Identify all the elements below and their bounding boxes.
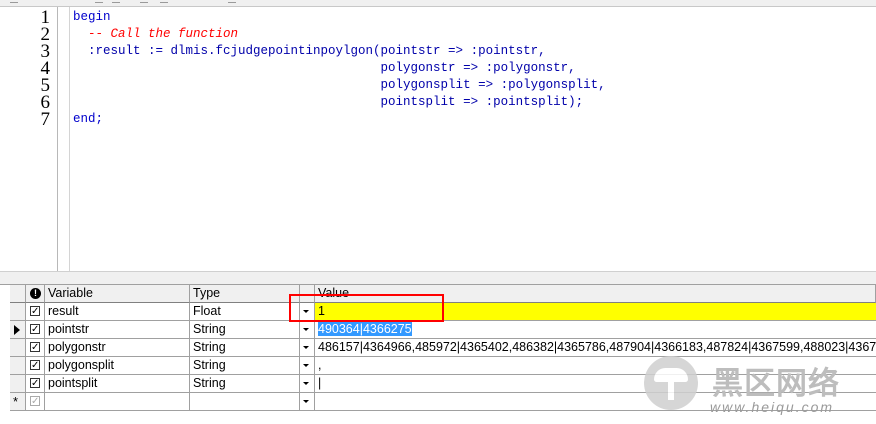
type-dropdown[interactable]: [300, 375, 315, 393]
warning-icon: !: [30, 288, 41, 299]
checkbox[interactable]: ✓: [30, 306, 40, 317]
toolbar-button[interactable]: [10, 0, 18, 3]
toolbar-button[interactable]: [160, 0, 168, 3]
variable-name[interactable]: polygonsplit: [45, 357, 190, 375]
row-checkbox-cell[interactable]: ✓: [26, 393, 45, 411]
line-number: 7: [40, 109, 51, 130]
code-line[interactable]: polygonstr => :polygonstr,: [73, 60, 576, 77]
type-dropdown[interactable]: [300, 393, 315, 411]
checkbox[interactable]: ✓: [30, 396, 40, 407]
grid-header: ! Variable Type Value: [10, 285, 876, 303]
toolbar-button[interactable]: [112, 0, 120, 3]
current-row-arrow-icon: [14, 325, 20, 335]
fold-line: [69, 7, 70, 271]
table-row: ✓ result Float 1: [10, 303, 876, 321]
row-indicator[interactable]: [10, 375, 26, 393]
row-indicator[interactable]: [10, 303, 26, 321]
row-checkbox-cell[interactable]: ✓: [26, 339, 45, 357]
row-indicator[interactable]: [10, 321, 26, 339]
toolbar-button[interactable]: [140, 0, 148, 3]
header-dropdown: [300, 285, 315, 303]
variable-type[interactable]: [190, 393, 300, 411]
row-checkbox-cell[interactable]: ✓: [26, 303, 45, 321]
watermark-text: 黑区网络: [712, 366, 840, 402]
chevron-down-icon: [303, 328, 309, 331]
checkbox[interactable]: ✓: [30, 360, 40, 371]
variable-type[interactable]: Float: [190, 303, 300, 321]
variable-value[interactable]: 1: [315, 303, 876, 321]
row-indicator[interactable]: [10, 357, 26, 375]
header-type[interactable]: Type: [190, 285, 300, 303]
variable-name[interactable]: pointsplit: [45, 375, 190, 393]
code-line[interactable]: :result := dlmis.fcjudgepointinpoylgon(p…: [73, 43, 546, 60]
new-row-marker: *: [13, 394, 19, 409]
toolbar-strip: [0, 0, 876, 7]
chevron-down-icon: [303, 310, 309, 313]
toolbar-button[interactable]: [95, 0, 103, 3]
type-dropdown[interactable]: [300, 303, 315, 321]
variable-value[interactable]: 490364|4366275: [315, 321, 876, 339]
row-indicator[interactable]: [10, 339, 26, 357]
row-checkbox-cell[interactable]: ✓: [26, 357, 45, 375]
code-line[interactable]: begin: [73, 9, 111, 26]
chevron-down-icon: [303, 400, 309, 403]
variable-type[interactable]: String: [190, 375, 300, 393]
table-row: ✓ pointstr String 490364|4366275: [10, 321, 876, 339]
variable-name[interactable]: pointstr: [45, 321, 190, 339]
code-line[interactable]: -- Call the function: [73, 26, 238, 43]
checkbox[interactable]: ✓: [30, 342, 40, 353]
variable-name[interactable]: [45, 393, 190, 411]
sql-editor[interactable]: 1 2 3 4 5 6 7 begin -- Call the function…: [10, 7, 876, 271]
row-checkbox-cell[interactable]: ✓: [26, 321, 45, 339]
variable-name[interactable]: polygonstr: [45, 339, 190, 357]
header-value[interactable]: Value: [315, 285, 876, 303]
row-checkbox-cell[interactable]: ✓: [26, 375, 45, 393]
mushroom-logo-icon: [644, 356, 698, 410]
toolbar-button[interactable]: [228, 0, 236, 3]
type-dropdown[interactable]: [300, 321, 315, 339]
code-line[interactable]: polygonsplit => :polygonsplit,: [73, 77, 606, 94]
pane-splitter[interactable]: [0, 271, 876, 285]
variable-name[interactable]: result: [45, 303, 190, 321]
type-dropdown[interactable]: [300, 339, 315, 357]
row-indicator[interactable]: *: [10, 393, 26, 411]
selected-text[interactable]: 490364|4366275: [318, 322, 412, 336]
header-variable[interactable]: Variable: [45, 285, 190, 303]
checkbox[interactable]: ✓: [30, 378, 40, 389]
line-number-gutter: 1 2 3 4 5 6 7: [10, 7, 58, 271]
chevron-down-icon: [303, 382, 309, 385]
variable-type[interactable]: String: [190, 339, 300, 357]
checkbox[interactable]: ✓: [30, 324, 40, 335]
header-indicator: [10, 285, 26, 303]
code-line[interactable]: pointsplit => :pointsplit);: [73, 94, 584, 111]
watermark: 黑区网络 www.heiqu.com: [640, 352, 876, 424]
chevron-down-icon: [303, 364, 309, 367]
chevron-down-icon: [303, 346, 309, 349]
variable-type[interactable]: String: [190, 357, 300, 375]
watermark-url: www.heiqu.com: [710, 399, 835, 415]
variable-type[interactable]: String: [190, 321, 300, 339]
header-warning: !: [26, 285, 45, 303]
code-line[interactable]: end;: [73, 111, 103, 128]
type-dropdown[interactable]: [300, 357, 315, 375]
